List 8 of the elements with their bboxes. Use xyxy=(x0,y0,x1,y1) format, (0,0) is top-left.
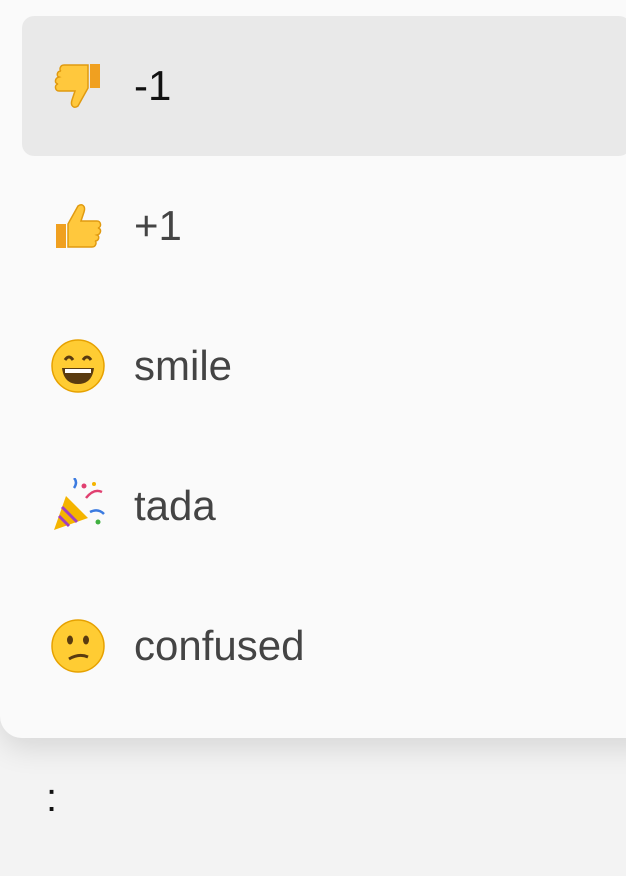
emoji-option[interactable]: smile xyxy=(22,296,626,436)
smiling-face-icon xyxy=(50,338,106,394)
editor-text: : xyxy=(46,776,58,821)
emoji-option[interactable]: -1 xyxy=(22,16,626,156)
confused-face-icon xyxy=(50,618,106,674)
emoji-option[interactable]: tada xyxy=(22,436,626,576)
emoji-option[interactable]: +1 xyxy=(22,156,626,296)
emoji-option[interactable]: confused xyxy=(22,576,626,716)
